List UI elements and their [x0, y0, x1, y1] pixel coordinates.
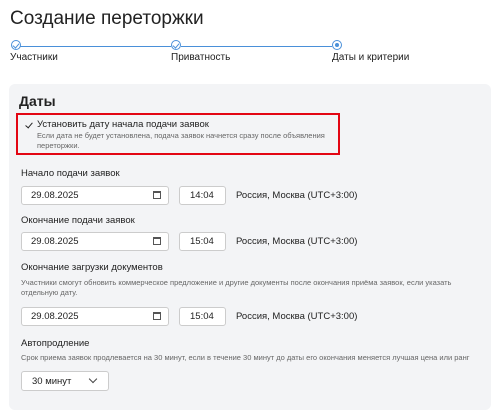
step-privacy[interactable]: Приватность: [171, 52, 230, 63]
docs-date-input[interactable]: 29.08.2025: [21, 307, 169, 326]
docs-timezone: Россия, Москва (UTC+3:00): [236, 311, 358, 322]
docs-label: Окончание загрузки документов: [21, 262, 163, 273]
docs-time-value: 15:04: [190, 311, 214, 322]
step-participants[interactable]: Участники: [10, 52, 58, 63]
end-date-value: 29.08.2025: [31, 236, 79, 247]
docs-time-input[interactable]: 15:04: [179, 307, 226, 326]
stepper: Участники Приватность Даты и критерии: [0, 40, 500, 70]
start-label: Начало подачи заявок: [21, 168, 120, 179]
end-label: Окончание подачи заявок: [21, 215, 135, 226]
end-time-input[interactable]: 15:04: [179, 232, 226, 251]
section-title: Даты: [19, 93, 56, 109]
dates-card: Даты Установить дату начала подачи заяво…: [9, 84, 491, 410]
step-done-icon: [11, 40, 21, 50]
calendar-icon[interactable]: [153, 237, 161, 245]
end-timezone: Россия, Москва (UTC+3:00): [236, 236, 358, 247]
step-connector: [181, 46, 332, 47]
step-connector: [17, 46, 171, 47]
start-date-value: 29.08.2025: [31, 190, 79, 201]
calendar-icon[interactable]: [153, 191, 161, 199]
set-start-highlight: Установить дату начала подачи заявок Есл…: [16, 113, 340, 155]
start-timezone: Россия, Москва (UTC+3:00): [236, 190, 358, 201]
extension-value: 30 минут: [32, 376, 72, 387]
extension-label: Автопродление: [21, 338, 90, 349]
step-dates-criteria[interactable]: Даты и критерии: [332, 52, 409, 63]
start-date-input[interactable]: 29.08.2025: [21, 186, 169, 205]
docs-hint: Участники смогут обновить коммерческое п…: [21, 278, 452, 297]
docs-date-value: 29.08.2025: [31, 311, 79, 322]
start-time-value: 14:04: [190, 190, 214, 201]
end-date-input[interactable]: 29.08.2025: [21, 232, 169, 251]
step-done-icon: [171, 40, 181, 50]
extension-select[interactable]: 30 минут: [21, 371, 109, 391]
set-start-hint: Если дата не будет установлена, подача з…: [37, 131, 325, 150]
chevron-down-icon: [88, 374, 98, 384]
page-title: Создание переторжки: [10, 8, 204, 29]
start-time-input[interactable]: 14:04: [179, 186, 226, 205]
set-start-label[interactable]: Установить дату начала подачи заявок: [37, 119, 209, 130]
set-start-checkbox[interactable]: [24, 121, 34, 131]
end-time-value: 15:04: [190, 236, 214, 247]
calendar-icon[interactable]: [153, 312, 161, 320]
extension-hint: Срок приема заявок продлевается на 30 ми…: [21, 353, 470, 362]
step-current-icon: [332, 40, 342, 50]
